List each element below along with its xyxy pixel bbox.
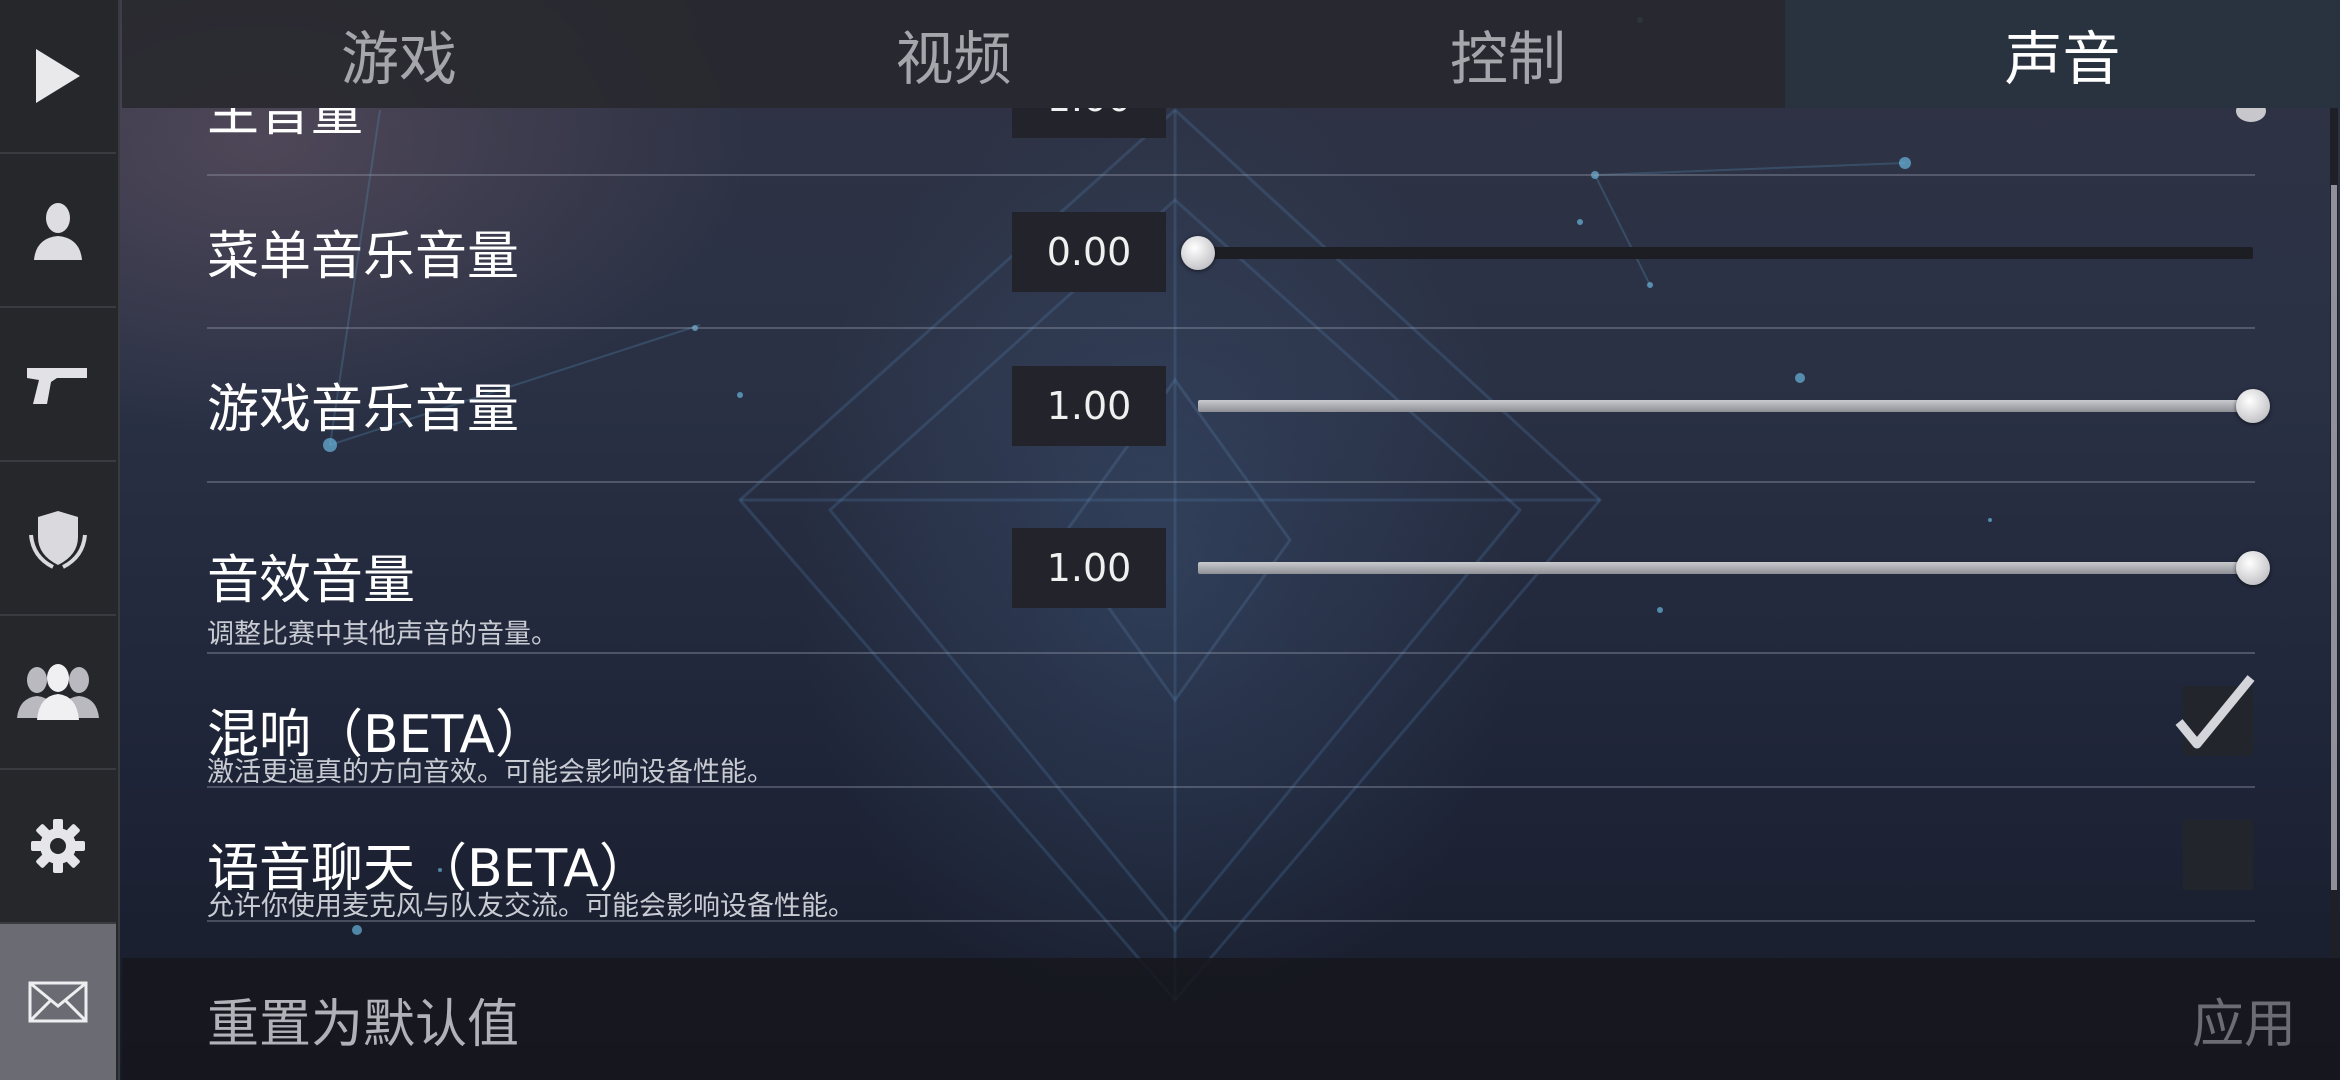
- sfx-volume-label: 音效音量: [207, 551, 416, 611]
- tab-bar: 游戏 视频 控制 声音: [122, 0, 2340, 108]
- slider-fill: [1198, 562, 2253, 574]
- game-music-volume-value[interactable]: 1.00: [1012, 366, 1166, 446]
- apply-button[interactable]: 应用: [2192, 982, 2296, 1057]
- voice-chat-description: 允许你使用麦克风与队友交流。可能会影响设备性能。: [207, 891, 855, 922]
- master-volume-slider-knob[interactable]: [2236, 108, 2266, 122]
- checkmark-icon: [2175, 675, 2255, 749]
- sfx-volume-description: 调整比赛中其他声音的音量。: [207, 619, 558, 650]
- group-icon: [17, 664, 99, 720]
- sidebar-item-friends[interactable]: [0, 616, 116, 770]
- row-divider: [207, 327, 2255, 329]
- row-divider: [207, 174, 2255, 176]
- pistol-icon: [27, 368, 87, 404]
- tab-controls[interactable]: 控制: [1231, 0, 1785, 108]
- sidebar-item-settings[interactable]: [0, 770, 116, 924]
- sidebar-item-weapons[interactable]: [0, 308, 116, 462]
- voice-chat-checkbox[interactable]: [2183, 820, 2253, 890]
- mail-icon: [28, 981, 88, 1023]
- sidebar-item-play[interactable]: [0, 0, 116, 154]
- master-volume-value: 1.00: [1012, 108, 1166, 138]
- slider-fill: [1198, 400, 2253, 412]
- reverb-description: 激活更逼真的方向音效。可能会影响设备性能。: [207, 757, 774, 788]
- slider-knob[interactable]: [2236, 389, 2270, 423]
- game-music-volume-label: 游戏音乐音量: [207, 380, 520, 440]
- shield-emblem-icon: [29, 511, 87, 569]
- profile-icon: [34, 203, 82, 260]
- sidebar-item-ranks[interactable]: [0, 462, 116, 616]
- sidebar: [0, 0, 120, 1080]
- partial-row-clip: 主音量 1.00: [122, 108, 2322, 140]
- slider-knob[interactable]: [2236, 551, 2270, 585]
- row-divider: [207, 481, 2255, 483]
- sidebar-item-profile[interactable]: [0, 154, 116, 308]
- sfx-volume-value[interactable]: 1.00: [1012, 528, 1166, 608]
- scrollbar-thumb[interactable]: [2331, 185, 2337, 890]
- gear-icon: [31, 819, 85, 873]
- menu-music-volume-slider[interactable]: [1181, 236, 2253, 270]
- reverb-checkbox[interactable]: [2175, 675, 2255, 756]
- tab-video[interactable]: 视频: [676, 0, 1231, 108]
- sfx-volume-slider[interactable]: [1198, 551, 2270, 585]
- tab-game[interactable]: 游戏: [122, 0, 676, 108]
- master-volume-label: 主音量: [207, 108, 364, 140]
- reset-defaults-button[interactable]: 重置为默认值: [207, 982, 519, 1057]
- slider-knob[interactable]: [1181, 236, 1215, 270]
- tab-sound[interactable]: 声音: [1785, 0, 2340, 108]
- play-icon: [36, 49, 80, 103]
- menu-music-volume-label: 菜单音乐音量: [207, 227, 520, 287]
- sidebar-item-mail[interactable]: [0, 924, 116, 1080]
- row-divider: [207, 652, 2255, 654]
- game-music-volume-slider[interactable]: [1198, 389, 2270, 423]
- menu-music-volume-value[interactable]: 0.00: [1012, 212, 1166, 292]
